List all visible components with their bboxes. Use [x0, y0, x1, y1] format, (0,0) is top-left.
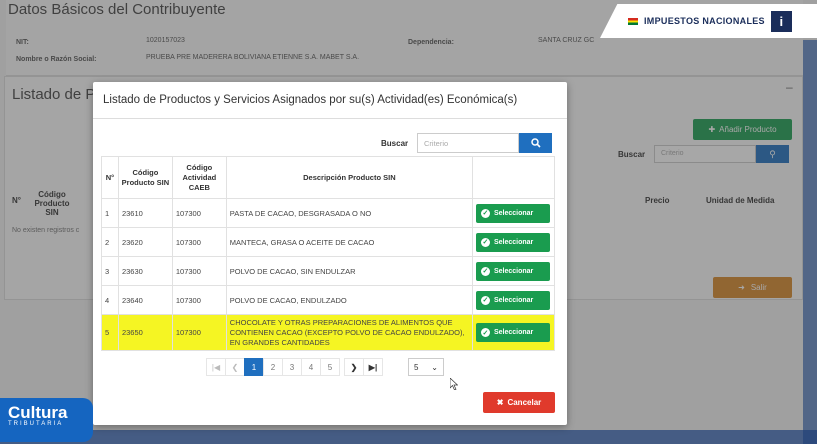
- row-caeb: 107300: [171, 314, 227, 351]
- mouse-cursor-icon: [450, 378, 458, 390]
- check-circle-icon: ✓: [480, 237, 490, 247]
- col-num: N°: [101, 156, 119, 199]
- row-caeb: 107300: [171, 256, 227, 286]
- page-button[interactable]: 1: [244, 358, 264, 376]
- table-header-row: N° Código Producto SIN Código Actividad …: [101, 156, 556, 199]
- row-caeb: 107300: [171, 198, 227, 228]
- page-button[interactable]: 5: [320, 358, 340, 376]
- col-descripcion: Descripción Producto SIN: [225, 156, 473, 199]
- modal-divider: [93, 118, 567, 119]
- row-action-cell: ✓ Seleccionar: [471, 227, 556, 257]
- modal-title: Listado de Productos y Servicios Asignad…: [103, 94, 518, 106]
- table-row: 2 23620 107300 MANTECA, GRASA O ACEITE D…: [101, 227, 556, 257]
- select-button[interactable]: ✓ Seleccionar: [475, 261, 550, 281]
- col-caeb: Código Actividad CAEB: [171, 156, 227, 199]
- page-button[interactable]: 2: [263, 358, 283, 376]
- next-page-button[interactable]: ❯: [344, 358, 364, 376]
- prev-page-button[interactable]: ❮: [225, 358, 245, 376]
- products-modal: Listado de Productos y Servicios Asignad…: [93, 82, 567, 425]
- row-action-cell: ✓ Seleccionar: [471, 256, 556, 286]
- check-circle-icon: ✓: [480, 266, 490, 276]
- row-num: 5: [101, 314, 119, 351]
- row-num: 1: [101, 198, 119, 228]
- page-button[interactable]: 4: [301, 358, 321, 376]
- row-action-cell: ✓ Seleccionar: [471, 314, 556, 351]
- chevron-down-icon: ⌄: [431, 362, 438, 372]
- row-descripcion: MANTECA, GRASA O ACEITE DE CACAO: [225, 227, 473, 257]
- brand-name: IMPUESTOS NACIONALES: [644, 16, 765, 26]
- row-descripcion: POLVO DE CACAO, ENDULZADO: [225, 285, 473, 315]
- row-codigo: 23610: [117, 198, 173, 228]
- row-action-cell: ✓ Seleccionar: [471, 285, 556, 315]
- row-num: 3: [101, 256, 119, 286]
- row-num: 4: [101, 285, 119, 315]
- col-action: [471, 156, 556, 199]
- brand-logo-icon: i: [770, 10, 792, 32]
- search-button[interactable]: [519, 133, 552, 153]
- products-table: N° Código Producto SIN Código Actividad …: [101, 156, 556, 351]
- table-row: 4 23640 107300 POLVO DE CACAO, ENDULZADO…: [101, 285, 556, 315]
- table-row-highlighted: 5 23650 107300 CHOCOLATE Y OTRAS PREPARA…: [101, 314, 556, 351]
- col-codigo: Código Producto SIN: [117, 156, 173, 199]
- cancel-button[interactable]: ✖ Cancelar: [483, 392, 555, 413]
- row-codigo: 23620: [117, 227, 173, 257]
- select-button[interactable]: ✓ Seleccionar: [475, 290, 550, 310]
- table-row: 3 23630 107300 POLVO DE CACAO, SIN ENDUL…: [101, 256, 556, 286]
- row-num: 2: [101, 227, 119, 257]
- search-input[interactable]: Criterio: [417, 133, 519, 153]
- row-codigo: 23650: [117, 314, 173, 351]
- check-circle-icon: ✓: [480, 208, 490, 218]
- row-codigo: 23640: [117, 285, 173, 315]
- page-size-select[interactable]: 5 ⌄: [408, 358, 444, 376]
- page-button[interactable]: 3: [282, 358, 302, 376]
- search-label: Buscar: [381, 139, 409, 148]
- select-button[interactable]: ✓ Seleccionar: [475, 323, 550, 342]
- brand-banner: IMPUESTOS NACIONALES i: [600, 4, 817, 38]
- pagination: |◀ ❮ 1 2 3 4 5 ❯ ▶|: [206, 358, 383, 376]
- first-page-button[interactable]: |◀: [206, 358, 226, 376]
- row-descripcion: PASTA DE CACAO, DESGRASADA O NO: [225, 198, 473, 228]
- select-button[interactable]: ✓ Seleccionar: [475, 203, 550, 223]
- check-circle-icon: ✓: [480, 295, 490, 305]
- search-icon: [530, 138, 541, 148]
- last-page-button[interactable]: ▶|: [363, 358, 383, 376]
- frame-edge-right: [803, 40, 817, 444]
- row-caeb: 107300: [171, 227, 227, 257]
- table-row: 1 23610 107300 PASTA DE CACAO, DESGRASAD…: [101, 198, 556, 228]
- row-caeb: 107300: [171, 285, 227, 315]
- check-circle-icon: ✓: [480, 328, 490, 337]
- row-descripcion: CHOCOLATE Y OTRAS PREPARACIONES DE ALIME…: [225, 314, 473, 351]
- select-button[interactable]: ✓ Seleccionar: [475, 232, 550, 252]
- bolivia-flag-icon: [628, 17, 638, 25]
- cultura-tributaria-logo: Cultura TRIBUTARIA: [0, 398, 93, 442]
- close-icon: ✖: [496, 398, 504, 407]
- frame-edge-bottom: [0, 430, 817, 444]
- row-descripcion: POLVO DE CACAO, SIN ENDULZAR: [225, 256, 473, 286]
- row-action-cell: ✓ Seleccionar: [471, 198, 556, 228]
- row-codigo: 23630: [117, 256, 173, 286]
